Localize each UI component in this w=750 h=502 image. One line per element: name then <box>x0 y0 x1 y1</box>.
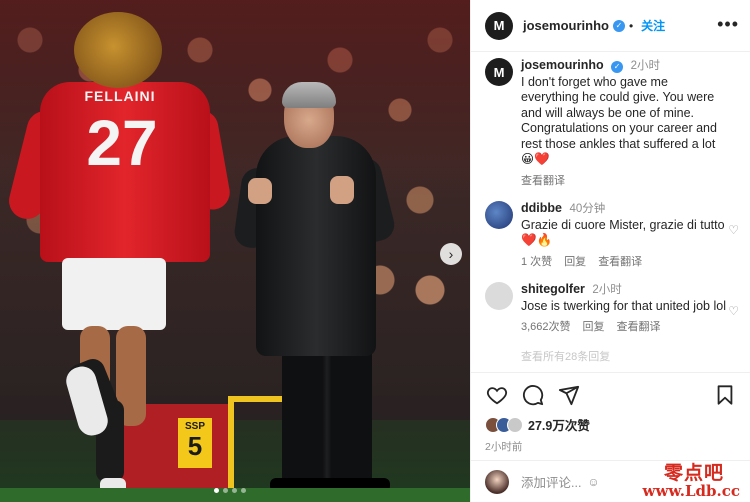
reply-button[interactable]: 回复 <box>583 320 605 336</box>
verified-icon: ✓ <box>611 60 624 73</box>
likes-summary[interactable]: 27.9万次赞 <box>485 415 737 434</box>
manager-legs <box>282 350 372 484</box>
post-photo[interactable]: SSP 5 FELLAINI 27 › <box>0 0 470 502</box>
more-icon[interactable]: ••• <box>717 14 739 35</box>
verified-icon: ✓ <box>612 19 625 32</box>
watermark-url: www.Ldb.cc <box>642 482 740 500</box>
comment-likes[interactable]: 1 次赞 <box>521 255 552 271</box>
comment-text: Grazie di cuore Mister, grazie di tutto <box>521 217 725 232</box>
player-shorts <box>62 258 166 330</box>
manager-fist <box>330 176 354 204</box>
comment-emojis: ❤️🔥 <box>521 233 553 247</box>
comment-time: 2小时 <box>592 284 622 296</box>
player-hair <box>74 12 162 88</box>
post-actions: 27.9万次赞 2小时前 <box>471 372 750 454</box>
caption-author[interactable]: josemourinho <box>521 58 604 72</box>
caption-time: 2小时 <box>630 60 661 72</box>
avatar[interactable] <box>485 282 513 310</box>
view-replies-link[interactable]: 查看所有28条回复 <box>521 348 729 364</box>
avatar <box>485 469 509 494</box>
carousel-dot <box>241 488 246 493</box>
carousel-dot <box>214 488 219 493</box>
substitution-board: SSP 5 <box>178 418 212 468</box>
comment-author[interactable]: ddibbe <box>521 201 562 215</box>
manager-hair <box>282 82 336 108</box>
comment-like-icon[interactable]: ♡ <box>728 304 739 318</box>
comment-time: 40分钟 <box>569 203 606 215</box>
comment-icon[interactable] <box>521 383 545 407</box>
post-header: M josemourinho ✓ • 关注 ••• <box>471 0 750 52</box>
manager-fist <box>248 178 272 204</box>
share-icon[interactable] <box>557 383 581 407</box>
comment-author[interactable]: shitegolfer <box>521 282 585 296</box>
translate-link[interactable]: 查看翻译 <box>617 320 661 336</box>
bookmark-icon[interactable] <box>713 383 737 407</box>
comment-item: shitegolfer 2小时 Jose is twerking for tha… <box>485 282 739 336</box>
author-username[interactable]: josemourinho <box>523 18 609 33</box>
liker-avatars <box>485 416 523 433</box>
avatar <box>507 416 523 433</box>
caption-text: I don't forget who gave me everything he… <box>521 74 717 151</box>
avatar[interactable]: M <box>485 58 513 86</box>
translate-link[interactable]: 查看翻译 <box>521 174 565 190</box>
post-time: 2小时前 <box>485 441 523 453</box>
next-arrow-icon[interactable]: › <box>440 243 462 265</box>
carousel-dot <box>232 488 237 493</box>
carousel-dot <box>223 488 228 493</box>
watermark-text: 零点吧 <box>663 462 724 484</box>
emoji-icon[interactable]: ☺ <box>587 475 599 489</box>
reply-button[interactable]: 回复 <box>564 255 586 271</box>
comment-text: Jose is twerking for that united job lol <box>521 298 726 313</box>
caption-emojis: 😀❤️ <box>521 152 550 166</box>
comment-likes[interactable]: 3,662次赞 <box>521 320 571 336</box>
follow-button[interactable]: 关注 <box>641 17 665 34</box>
manager-coat <box>256 136 376 356</box>
comment-input[interactable]: 添加评论... <box>521 472 581 491</box>
jersey-number: 27 <box>86 107 158 179</box>
separator-dot: • <box>628 18 634 33</box>
caption: M josemourinho ✓ 2小时 I don't forget who … <box>485 58 729 189</box>
avatar[interactable]: M <box>485 11 513 40</box>
likes-count[interactable]: 27.9万次赞 <box>528 415 590 434</box>
post-side-panel: M josemourinho ✓ • 关注 ••• M josemourinho… <box>470 0 750 502</box>
heart-icon[interactable] <box>485 383 509 407</box>
avatar[interactable] <box>485 201 513 229</box>
comments-list[interactable]: M josemourinho ✓ 2小时 I don't forget who … <box>471 58 750 372</box>
board-number: 5 <box>187 431 203 461</box>
comment-like-icon[interactable]: ♡ <box>728 223 739 237</box>
carousel-dots <box>214 488 246 493</box>
translate-link[interactable]: 查看翻译 <box>598 255 642 271</box>
comment-item: ddibbe 40分钟 Grazie di cuore Mister, graz… <box>485 201 739 271</box>
